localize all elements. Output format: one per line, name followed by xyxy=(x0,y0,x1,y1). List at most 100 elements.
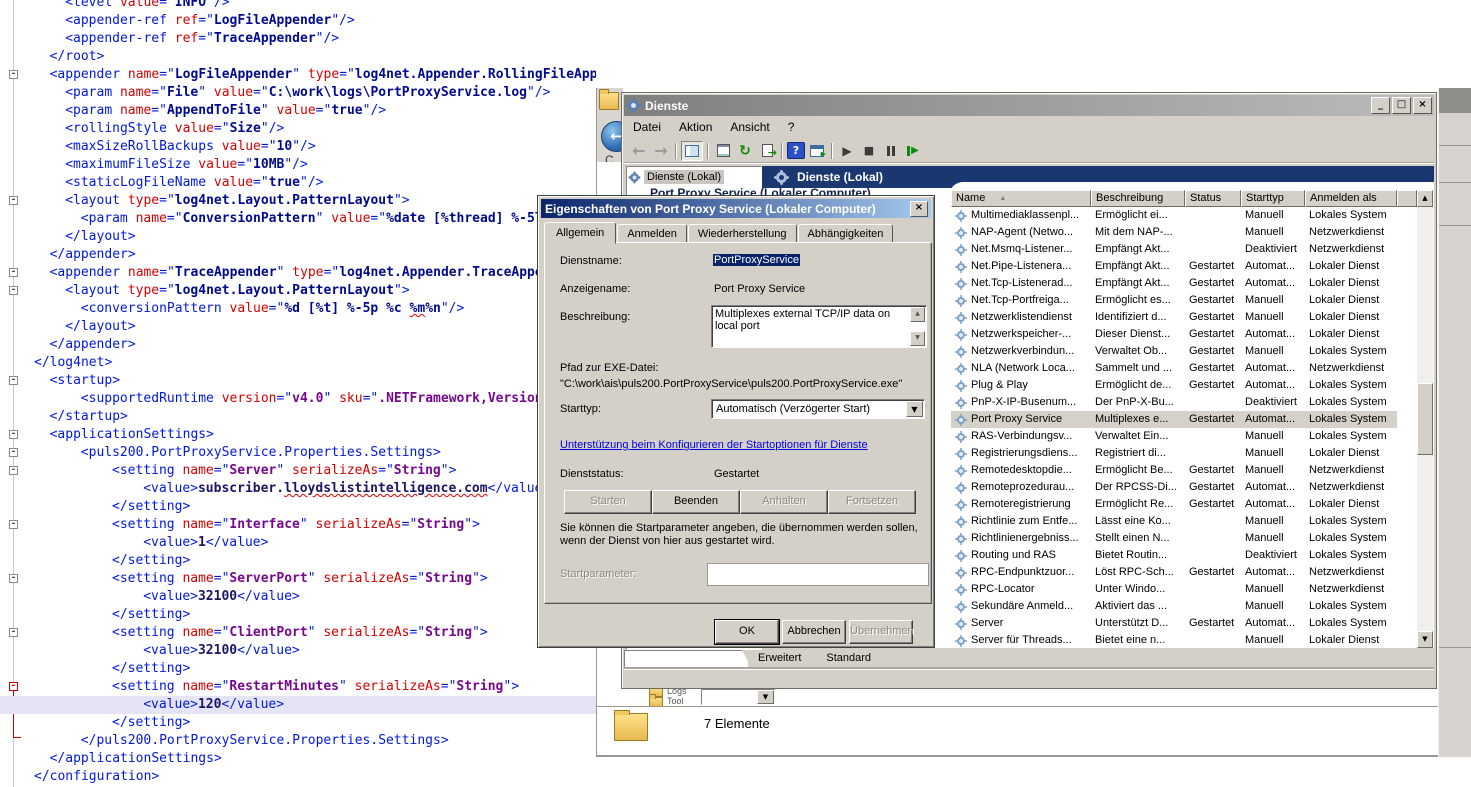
fold-toggle-icon[interactable]: - xyxy=(9,268,18,277)
minimize-button[interactable]: _ xyxy=(1371,97,1390,114)
fold-toggle-icon[interactable]: - xyxy=(9,70,18,79)
table-row[interactable]: Netzwerkverbindun...Verwaltet Ob...Gesta… xyxy=(951,343,1397,360)
dialog-titlebar[interactable]: Eigenschaften von Port Proxy Service (Lo… xyxy=(541,199,931,218)
startup-type-select[interactable]: Automatisch (Verzögerter Start) ▼ xyxy=(711,399,925,419)
fold-toggle-icon[interactable]: - xyxy=(9,286,18,295)
table-row[interactable]: Server für Threads...Bietet eine n...Man… xyxy=(951,632,1397,648)
scroll-down-button[interactable]: ▼ xyxy=(1417,631,1433,648)
fold-toggle-icon[interactable]: - xyxy=(9,520,18,529)
scroll-up-button[interactable]: ▲ xyxy=(1417,190,1433,207)
tab-anmelden[interactable]: Anmelden xyxy=(617,224,687,243)
titlebar[interactable]: Dienste _□× xyxy=(624,95,1434,116)
code-line: <startup> xyxy=(34,372,596,390)
table-row[interactable]: Richtlinienergebniss...Stellt einen N...… xyxy=(951,530,1397,547)
code-line: </puls200.PortProxyService.Properties.Se… xyxy=(34,732,596,750)
combo-box[interactable]: ▼ xyxy=(701,689,775,705)
fold-toggle-icon[interactable]: - xyxy=(9,574,18,583)
extended-view-icon[interactable] xyxy=(807,142,827,160)
fold-toggle-icon[interactable]: - xyxy=(9,448,18,457)
chevron-down-icon[interactable]: ▼ xyxy=(906,401,923,417)
table-row[interactable]: Sekundäre Anmeld...Aktiviert das ...Manu… xyxy=(951,598,1397,615)
chevron-down-icon[interactable]: ▼ xyxy=(757,690,774,704)
fold-toggle-icon[interactable]: - xyxy=(9,466,18,475)
abbrechen-button[interactable]: Abbrechen xyxy=(782,620,846,644)
code-token: log4net.Layout.PatternLayout xyxy=(175,283,394,298)
maximize-button[interactable]: □ xyxy=(1392,97,1411,114)
back-icon[interactable] xyxy=(629,142,649,160)
beenden-button[interactable]: Beenden xyxy=(652,490,740,514)
table-row[interactable]: Port Proxy ServiceMultiplexes e...Gestar… xyxy=(951,411,1397,428)
fold-toggle-icon[interactable]: - xyxy=(9,430,18,439)
close-icon[interactable]: × xyxy=(910,201,928,217)
column-header-anmeldenals[interactable]: Anmelden als xyxy=(1305,190,1397,207)
properties-icon[interactable] xyxy=(713,142,733,160)
refresh-icon[interactable] xyxy=(735,142,755,160)
table-row[interactable]: RPC-Endpunktzuor...Löst RPC-Sch...Gestar… xyxy=(951,564,1397,581)
table-row[interactable]: Net.Tcp-Portfreiga...Ermöglicht es...Ges… xyxy=(951,292,1397,309)
column-header-name[interactable]: Name▲ xyxy=(951,190,1091,207)
code-token: value xyxy=(214,85,253,100)
menu-item-Aktion[interactable]: Aktion xyxy=(670,118,721,136)
tab-wiederherstellung[interactable]: Wiederherstellung xyxy=(688,224,797,243)
export-list-icon[interactable] xyxy=(757,142,777,160)
vertical-scrollbar[interactable]: ▲ ▼ xyxy=(1417,190,1433,648)
close-button[interactable]: × xyxy=(1413,97,1432,114)
code-token: =" xyxy=(167,211,183,226)
view-tab-standard[interactable]: Standard xyxy=(810,650,887,667)
service-gear-icon xyxy=(957,433,965,441)
service-gear-icon xyxy=(957,212,965,220)
fold-toggle-icon[interactable]: - xyxy=(9,196,18,205)
column-header-status[interactable]: Status xyxy=(1185,190,1241,207)
forward-icon[interactable] xyxy=(651,142,671,160)
tab-abhngigkeiten[interactable]: Abhängigkeiten xyxy=(798,224,894,243)
code-editor[interactable]: ------------ <level value="INFO"/><appen… xyxy=(0,0,596,787)
help-icon[interactable] xyxy=(787,142,805,159)
view-tab-erweitert[interactable]: Erweitert xyxy=(742,650,817,667)
table-row[interactable]: NAP-Agent (Netwo...Mit dem NAP-...Manuel… xyxy=(951,224,1397,241)
table-row[interactable]: Remoteprozedurau...Der RPCSS-Di...Gestar… xyxy=(951,479,1397,496)
table-row[interactable]: Net.Pipe-Listenera...Empfängt Akt...Gest… xyxy=(951,258,1397,275)
service-name-value[interactable]: PortProxyService xyxy=(713,254,800,266)
pause-service-icon[interactable] xyxy=(881,142,901,160)
table-row[interactable]: RemoteregistrierungErmöglicht Re...Gesta… xyxy=(951,496,1397,513)
table-cell: Manuell xyxy=(1241,598,1305,615)
menu-item-Datei[interactable]: Datei xyxy=(624,118,670,136)
startup-options-help-link[interactable]: Unterstützung beim Konfigurieren der Sta… xyxy=(560,439,868,451)
table-row[interactable]: Multimediaklassenpl...Ermöglicht ei...Ma… xyxy=(951,207,1397,224)
table-row[interactable]: Routing und RASBietet Routin...Deaktivie… xyxy=(951,547,1397,564)
start-service-icon[interactable] xyxy=(837,142,857,160)
scroll-down-icon[interactable]: ▼ xyxy=(910,331,925,346)
ok-button[interactable]: OK xyxy=(715,620,779,644)
fold-toggle-icon[interactable]: - xyxy=(9,628,18,637)
menu-item-[interactable]: ? xyxy=(779,118,804,136)
table-row[interactable]: Registrierungsdiens...Registriert di...M… xyxy=(951,445,1397,462)
fold-toggle-icon[interactable]: - xyxy=(9,376,18,385)
table-row[interactable]: Plug & PlayErmöglicht de...GestartetAuto… xyxy=(951,377,1397,394)
stop-service-icon[interactable] xyxy=(859,142,879,160)
table-row[interactable]: Net.Tcp-Listenerad...Empfängt Akt...Gest… xyxy=(951,275,1397,292)
table-row[interactable]: Net.Msmq-Listener...Empfängt Akt...Deakt… xyxy=(951,241,1397,258)
table-row[interactable]: Netzwerkspeicher-...Dieser Dienst...Gest… xyxy=(951,326,1397,343)
table-row[interactable]: Remotedesktopdie...Ermöglicht Be...Gesta… xyxy=(951,462,1397,479)
tab-allgemein[interactable]: Allgemein xyxy=(544,222,616,244)
column-header-starttyp[interactable]: Starttyp xyxy=(1241,190,1305,207)
code-token: =" xyxy=(151,85,167,100)
tree-item-dienste-lokal[interactable]: Dienste (Lokal) xyxy=(627,167,761,187)
column-header-beschreibung[interactable]: Beschreibung xyxy=(1091,190,1185,207)
fold-toggle-icon[interactable]: - xyxy=(9,682,18,691)
description-field[interactable]: Multiplexes external TCP/IP data on loca… xyxy=(711,305,927,348)
start-parameters-input[interactable] xyxy=(707,563,929,586)
scroll-up-icon[interactable]: ▲ xyxy=(910,307,925,322)
scrollbar-thumb[interactable] xyxy=(1417,383,1433,455)
restart-service-icon[interactable] xyxy=(903,142,923,160)
table-row[interactable]: RPC-LocatorUnter Windo...ManuellNetzwerk… xyxy=(951,581,1397,598)
table-row[interactable]: RAS-Verbindungsv...Verwaltet Ein...Manue… xyxy=(951,428,1397,445)
show-tree-icon[interactable] xyxy=(681,141,703,161)
table-row[interactable]: Richtlinie zum Entfe...Lässt eine Ko...M… xyxy=(951,513,1397,530)
code-token: serializeAs xyxy=(292,463,378,478)
table-row[interactable]: ServerUnterstützt D...GestartetAutomat..… xyxy=(951,615,1397,632)
table-row[interactable]: NetzwerklistendienstIdentifiziert d...Ge… xyxy=(951,309,1397,326)
menu-item-Ansicht[interactable]: Ansicht xyxy=(721,118,778,136)
table-row[interactable]: PnP-X-IP-Busenum...Der PnP-X-Bu...Deakti… xyxy=(951,394,1397,411)
table-row[interactable]: NLA (Network Loca...Sammelt und ...Gesta… xyxy=(951,360,1397,377)
